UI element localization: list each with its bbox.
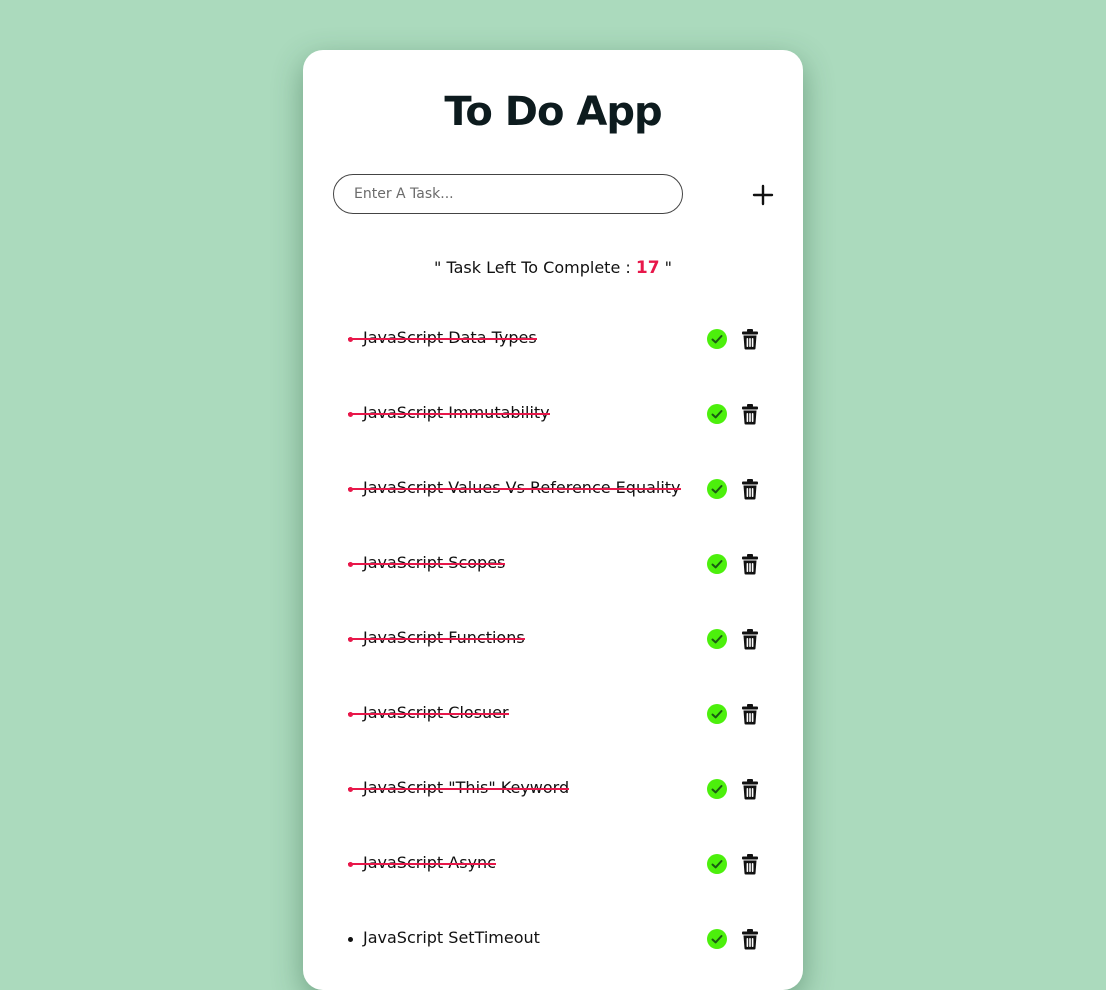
delete-task-button[interactable] — [740, 853, 760, 875]
delete-task-button[interactable] — [740, 628, 760, 650]
complete-task-button[interactable] — [707, 404, 727, 424]
trash-icon — [740, 628, 760, 650]
check-circle-icon — [707, 854, 727, 874]
trash-icon — [740, 853, 760, 875]
counter-suffix: " — [659, 258, 672, 277]
tasks-left-counter: " Task Left To Complete : 17 " — [303, 256, 803, 280]
counter-count: 17 — [635, 258, 660, 278]
task-item[interactable]: JavaScript SetTimeout — [303, 900, 803, 975]
task-item[interactable]: JavaScript Functions — [303, 600, 803, 675]
counter-prefix: " Task Left To Complete : — [434, 258, 636, 277]
task-item[interactable]: JavaScript Data Types — [303, 300, 803, 375]
complete-task-button[interactable] — [707, 554, 727, 574]
trash-icon — [740, 553, 760, 575]
complete-task-button[interactable] — [707, 704, 727, 724]
trash-icon — [740, 778, 760, 800]
task-strikethrough — [348, 563, 505, 565]
task-item[interactable]: JavaScript Async — [303, 825, 803, 900]
complete-task-button[interactable] — [707, 479, 727, 499]
delete-task-button[interactable] — [740, 703, 760, 725]
task-bullet — [348, 937, 353, 942]
delete-task-button[interactable] — [740, 403, 760, 425]
trash-icon — [740, 703, 760, 725]
task-label: JavaScript SetTimeout — [363, 928, 540, 947]
complete-task-button[interactable] — [707, 929, 727, 949]
delete-task-button[interactable] — [740, 778, 760, 800]
trash-icon — [740, 328, 760, 350]
task-list: JavaScript Data Types — [303, 300, 803, 975]
check-circle-icon — [707, 479, 727, 499]
trash-icon — [740, 478, 760, 500]
check-circle-icon — [707, 404, 727, 424]
task-item[interactable]: JavaScript Values Vs Reference Equality — [303, 450, 803, 525]
complete-task-button[interactable] — [707, 854, 727, 874]
delete-task-button[interactable] — [740, 478, 760, 500]
check-circle-icon — [707, 554, 727, 574]
app-title: To Do App — [444, 89, 662, 135]
task-strikethrough — [348, 713, 509, 715]
task-strikethrough — [348, 338, 537, 340]
check-circle-icon — [707, 629, 727, 649]
task-strikethrough — [348, 638, 525, 640]
check-circle-icon — [707, 329, 727, 349]
task-item[interactable]: JavaScript Scopes — [303, 525, 803, 600]
check-circle-icon — [707, 929, 727, 949]
task-item[interactable]: JavaScript Closuer — [303, 675, 803, 750]
check-circle-icon — [707, 779, 727, 799]
trash-icon — [740, 403, 760, 425]
task-strikethrough — [348, 788, 569, 790]
task-strikethrough — [348, 488, 681, 490]
task-strikethrough — [348, 863, 496, 865]
delete-task-button[interactable] — [740, 928, 760, 950]
delete-task-button[interactable] — [740, 328, 760, 350]
delete-task-button[interactable] — [740, 553, 760, 575]
complete-task-button[interactable] — [707, 329, 727, 349]
plus-icon — [746, 178, 780, 212]
complete-task-button[interactable] — [707, 779, 727, 799]
check-circle-icon — [707, 704, 727, 724]
add-task-button[interactable] — [746, 178, 780, 212]
trash-icon — [740, 928, 760, 950]
task-item[interactable]: JavaScript Immutability — [303, 375, 803, 450]
task-input[interactable] — [333, 174, 683, 214]
task-strikethrough — [348, 413, 550, 415]
todo-card: To Do App " Task Left To Complete : 17 "… — [303, 50, 803, 990]
task-item[interactable]: JavaScript "This" Keyword — [303, 750, 803, 825]
complete-task-button[interactable] — [707, 629, 727, 649]
